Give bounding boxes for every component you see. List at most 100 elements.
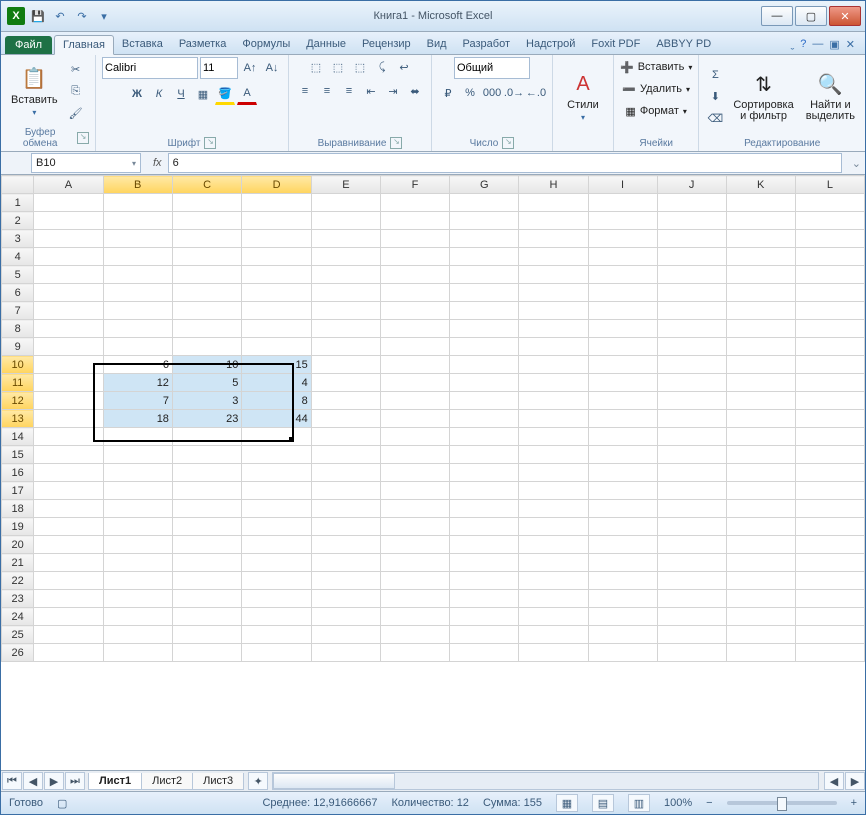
insert-button[interactable]: ➕Вставить▾ [620,57,692,77]
cell[interactable] [795,590,864,608]
cell[interactable] [519,464,588,482]
cell[interactable] [380,482,449,500]
cell[interactable] [795,608,864,626]
align-center-icon[interactable]: ≡ [317,81,337,101]
cell[interactable] [588,500,657,518]
cell[interactable] [795,392,864,410]
cell[interactable] [311,374,380,392]
cell[interactable] [311,392,380,410]
cell[interactable] [380,392,449,410]
sheet-nav-last-icon[interactable]: ⏭ [65,772,85,790]
cell[interactable] [34,500,103,518]
col-header[interactable]: C [172,176,241,194]
cell[interactable] [103,212,172,230]
sheet-nav-next-icon[interactable]: ▶ [44,772,64,790]
cell[interactable] [795,644,864,662]
cell[interactable] [34,212,103,230]
cell[interactable]: 7 [103,392,172,410]
cell[interactable] [657,572,726,590]
cell[interactable] [588,410,657,428]
fill-icon[interactable]: ⬇ [705,87,725,107]
cell[interactable] [657,284,726,302]
cell[interactable] [34,410,103,428]
cell[interactable] [34,626,103,644]
col-header[interactable]: F [380,176,449,194]
tab-вид[interactable]: Вид [419,35,455,55]
cell[interactable] [172,464,241,482]
cell[interactable] [34,248,103,266]
cut-icon[interactable]: ✂ [66,59,86,79]
zoom-slider[interactable] [727,801,837,805]
cell[interactable] [172,338,241,356]
row-header[interactable]: 5 [2,266,34,284]
dialog-launcher-icon[interactable]: ↘ [204,137,216,149]
cell[interactable] [311,230,380,248]
cell[interactable] [242,482,311,500]
cell[interactable] [103,338,172,356]
cell[interactable] [726,248,795,266]
cell[interactable] [588,194,657,212]
cell[interactable] [519,644,588,662]
cell[interactable] [795,428,864,446]
tab-разработ[interactable]: Разработ [455,35,518,55]
cell[interactable] [588,284,657,302]
cell[interactable] [450,572,519,590]
cell[interactable]: 18 [103,410,172,428]
wrap-text-icon[interactable]: ↩ [394,57,414,77]
cell[interactable] [588,356,657,374]
find-select-button[interactable]: 🔍 Найти и выделить [802,70,859,124]
cell[interactable] [588,446,657,464]
cell[interactable] [588,626,657,644]
cell[interactable] [795,320,864,338]
row-header[interactable]: 7 [2,302,34,320]
row-header[interactable]: 10 [2,356,34,374]
orientation-icon[interactable]: ⤹ [372,57,392,77]
cell[interactable] [242,266,311,284]
cell[interactable] [242,554,311,572]
cell[interactable] [519,266,588,284]
cell[interactable] [795,248,864,266]
cell[interactable] [795,482,864,500]
cell[interactable] [657,500,726,518]
horizontal-scrollbar[interactable] [272,772,819,790]
cell[interactable] [380,338,449,356]
cell[interactable] [450,518,519,536]
cell[interactable] [519,374,588,392]
ribbon-minimize-icon[interactable]: ˬ [791,38,795,51]
cell[interactable] [450,302,519,320]
cell[interactable] [103,194,172,212]
comma-icon[interactable]: 000 [482,83,502,103]
cell[interactable] [311,518,380,536]
cell[interactable] [519,446,588,464]
row-header[interactable]: 3 [2,230,34,248]
cell[interactable] [311,482,380,500]
cell[interactable] [588,518,657,536]
cell[interactable] [172,644,241,662]
cell[interactable] [450,554,519,572]
cell[interactable] [450,644,519,662]
decrease-indent-icon[interactable]: ⇤ [361,81,381,101]
cell[interactable] [795,446,864,464]
cell[interactable] [450,320,519,338]
cell[interactable] [172,194,241,212]
cell[interactable] [172,428,241,446]
row-header[interactable]: 24 [2,608,34,626]
tab-главная[interactable]: Главная [54,35,114,55]
cell[interactable] [519,590,588,608]
cell[interactable] [795,302,864,320]
number-format-combo[interactable] [454,57,530,79]
cell[interactable] [657,608,726,626]
cell[interactable] [311,572,380,590]
cell[interactable] [242,338,311,356]
save-icon[interactable]: 💾 [29,7,47,25]
cell[interactable] [450,230,519,248]
row-header[interactable]: 2 [2,212,34,230]
sheet-tab[interactable]: Лист2 [141,773,193,790]
cell[interactable] [726,212,795,230]
cell[interactable] [103,446,172,464]
cell[interactable] [311,302,380,320]
cell[interactable] [380,320,449,338]
file-tab[interactable]: Файл [5,36,52,54]
cell[interactable] [380,284,449,302]
cell[interactable] [172,284,241,302]
